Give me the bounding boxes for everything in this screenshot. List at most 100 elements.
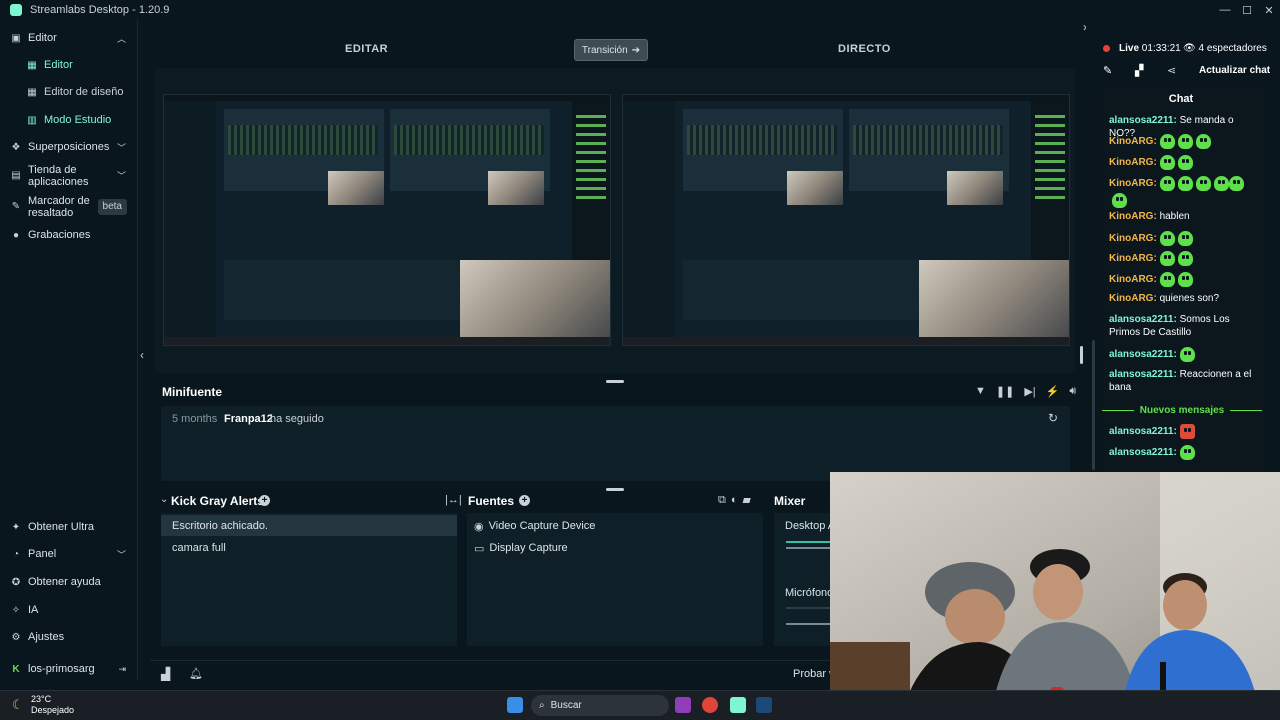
new-messages-label: Nuevos mensajes — [1139, 404, 1225, 416]
sidebar-item-editor[interactable]: ▣ Editor ︿ — [0, 30, 138, 46]
minifeed-controls: ▼ ❚❚ ▶| ⚡ 🔊︎ — [975, 385, 1076, 398]
chat-message: KinoARG: — [1109, 251, 1259, 266]
chat-user[interactable]: alansosa2211: — [1109, 426, 1177, 437]
emote-icon — [1195, 175, 1211, 191]
emote-icon — [1159, 175, 1175, 191]
emote-icon — [1159, 272, 1175, 287]
source-item-label: Display Capture — [489, 542, 568, 554]
folder-icon[interactable]: ▰ — [743, 494, 756, 506]
chat-user[interactable]: KinoARG: — [1109, 211, 1157, 222]
replay-icon[interactable]: ↻ — [1048, 411, 1058, 425]
add-group-icon[interactable]: ⧉ — [718, 494, 731, 506]
new-messages-divider[interactable]: Nuevos mensajes — [1102, 403, 1262, 417]
chrome-icon[interactable] — [702, 697, 718, 713]
sidebar-item-account[interactable]: K los-primosarg ⇥ — [0, 662, 138, 676]
live-preview[interactable] — [622, 94, 1070, 346]
refresh-chat-button[interactable]: Actualizar chat — [1199, 65, 1270, 76]
chat-user[interactable]: KinoARG: — [1109, 253, 1157, 264]
chat-user[interactable]: KinoARG: — [1109, 157, 1157, 168]
event-user[interactable]: Franpa12 — [224, 413, 273, 425]
sidebar-item-dashboard[interactable]: ◔ Panel ﹀ — [0, 547, 138, 561]
emote-icon — [1195, 134, 1211, 149]
edit-stream-icon[interactable]: ✎ — [1103, 64, 1112, 77]
add-scene-button[interactable]: + — [259, 495, 270, 506]
scene-item[interactable]: Escritorio achicado. — [161, 515, 457, 536]
volume-slider[interactable] — [786, 623, 830, 625]
chat-text: quienes son? — [1159, 293, 1220, 304]
chevron-down-icon[interactable]: ⌄ — [160, 494, 168, 505]
chat-user[interactable]: alansosa2211: — [1109, 349, 1177, 360]
pause-icon[interactable]: ❚❚ — [996, 385, 1014, 398]
minimize-button[interactable]: — — [1214, 0, 1236, 20]
taskbar-search[interactable]: ⌕ Buscar — [531, 695, 669, 716]
streamlabs-taskbar-icon[interactable] — [730, 697, 746, 713]
filter-icon[interactable]: ▼ — [975, 385, 986, 398]
add-source-button[interactable]: + — [519, 495, 530, 506]
chat-message: alansosa2211: Reaccionen a el bana — [1109, 368, 1259, 394]
sidebar-item-layout-editor[interactable]: ▦ Editor de diseño — [0, 85, 138, 99]
beta-badge: beta — [97, 199, 127, 215]
resize-handle[interactable] — [606, 380, 624, 383]
sidebar-item-recordings[interactable]: ● Grabaciones — [0, 228, 138, 242]
snipping-tool-icon[interactable] — [675, 697, 691, 713]
volume-icon[interactable]: 🔊︎ — [1069, 385, 1076, 398]
steam-icon[interactable] — [756, 697, 772, 713]
chevron-up-icon: ︿ — [116, 33, 126, 44]
maximize-button[interactable]: ☐ — [1236, 0, 1258, 20]
skip-icon[interactable]: ▶| — [1024, 385, 1035, 398]
weather-widget[interactable]: 23°C Despejado — [31, 694, 74, 716]
help-icon: ✪ — [11, 576, 21, 588]
chat-message: alansosa2211: — [1109, 445, 1259, 460]
sidebar-item-label: Tienda de aplicaciones — [28, 164, 89, 188]
chat-user[interactable]: alansosa2211: — [1109, 314, 1177, 325]
source-item[interactable]: ◉ Video Capture Device — [474, 517, 595, 535]
windows-start-icon[interactable] — [507, 697, 523, 713]
close-button[interactable]: ✕ — [1258, 0, 1280, 20]
performance-icon[interactable]: ▟ — [161, 667, 170, 681]
resize-handle[interactable] — [606, 488, 624, 491]
preview-scrollbar[interactable] — [1080, 346, 1083, 364]
sidebar-item-label: Editor — [28, 32, 57, 44]
scenes-title[interactable]: Kick Gray Alerts — [171, 494, 264, 508]
mute-alerts-icon[interactable]: ⚡ — [1046, 385, 1060, 398]
chat-user[interactable]: KinoARG: — [1109, 136, 1157, 147]
scene-transitions-icon[interactable]: |↔| — [445, 494, 462, 506]
chat-user[interactable]: KinoARG: — [1109, 274, 1157, 285]
chat-user[interactable]: alansosa2211: — [1109, 115, 1177, 126]
record-icon[interactable]: ▞ — [1135, 64, 1143, 77]
sidebar-item-ai[interactable]: ✧ IA — [0, 603, 138, 617]
sidebar-item-label: IA — [28, 604, 39, 616]
transition-button[interactable]: Transición ➔ — [574, 39, 648, 61]
sidebar-item-app-store[interactable]: ▤ Tienda de aplicaciones ﹀ — [0, 163, 138, 189]
selective-recording-icon[interactable]: ◐ — [731, 494, 743, 506]
sidebar-item-studio-mode[interactable]: ▥ Modo Estudio — [0, 113, 138, 127]
scene-item[interactable]: camara full — [161, 537, 457, 558]
edit-preview[interactable] — [163, 94, 611, 346]
collapse-left-icon[interactable]: ‹ — [140, 348, 144, 362]
sidebar-item-get-ultra[interactable]: ✦ Obtener Ultra — [0, 520, 138, 534]
source-item[interactable]: ▭ Display Capture — [474, 539, 568, 557]
chat-user[interactable]: alansosa2211: — [1109, 447, 1177, 458]
sidebar-item-editor-sub[interactable]: ▦ Editor — [0, 58, 138, 72]
chat-user[interactable]: KinoARG: — [1109, 233, 1157, 244]
transition-label: Transición — [581, 44, 628, 56]
source-item-label: Video Capture Device — [488, 520, 596, 532]
logout-icon[interactable]: ⇥ — [118, 664, 126, 675]
sidebar-item-highlighter[interactable]: ✎ Marcador de resaltado beta — [0, 194, 138, 220]
chat-user[interactable]: alansosa2211: — [1109, 369, 1177, 380]
share-icon[interactable]: ⋖ — [1167, 64, 1176, 77]
volume-slider[interactable] — [786, 547, 830, 549]
sidebar-item-label: los-primosarg — [28, 663, 95, 675]
sidebar-item-help[interactable]: ✪ Obtener ayuda — [0, 575, 138, 589]
chat-message: KinoARG: — [1109, 175, 1249, 209]
notification-bell-icon[interactable]: 🔔︎ — [189, 667, 203, 680]
chat-scrollbar[interactable] — [1092, 340, 1095, 470]
sidebar-item-settings[interactable]: ⚙ Ajustes — [0, 630, 138, 644]
mixer-item-label: Micrófono — [785, 587, 834, 599]
chat-message: alansosa2211: — [1109, 424, 1259, 439]
studio-preview[interactable] — [155, 68, 1083, 373]
sidebar-item-overlays[interactable]: ❖ Superposiciones ﹀ — [0, 140, 138, 154]
sidebar-item-label: Grabaciones — [28, 229, 91, 241]
chat-user[interactable]: KinoARG: — [1109, 293, 1157, 304]
chat-user[interactable]: KinoARG: — [1109, 178, 1157, 189]
